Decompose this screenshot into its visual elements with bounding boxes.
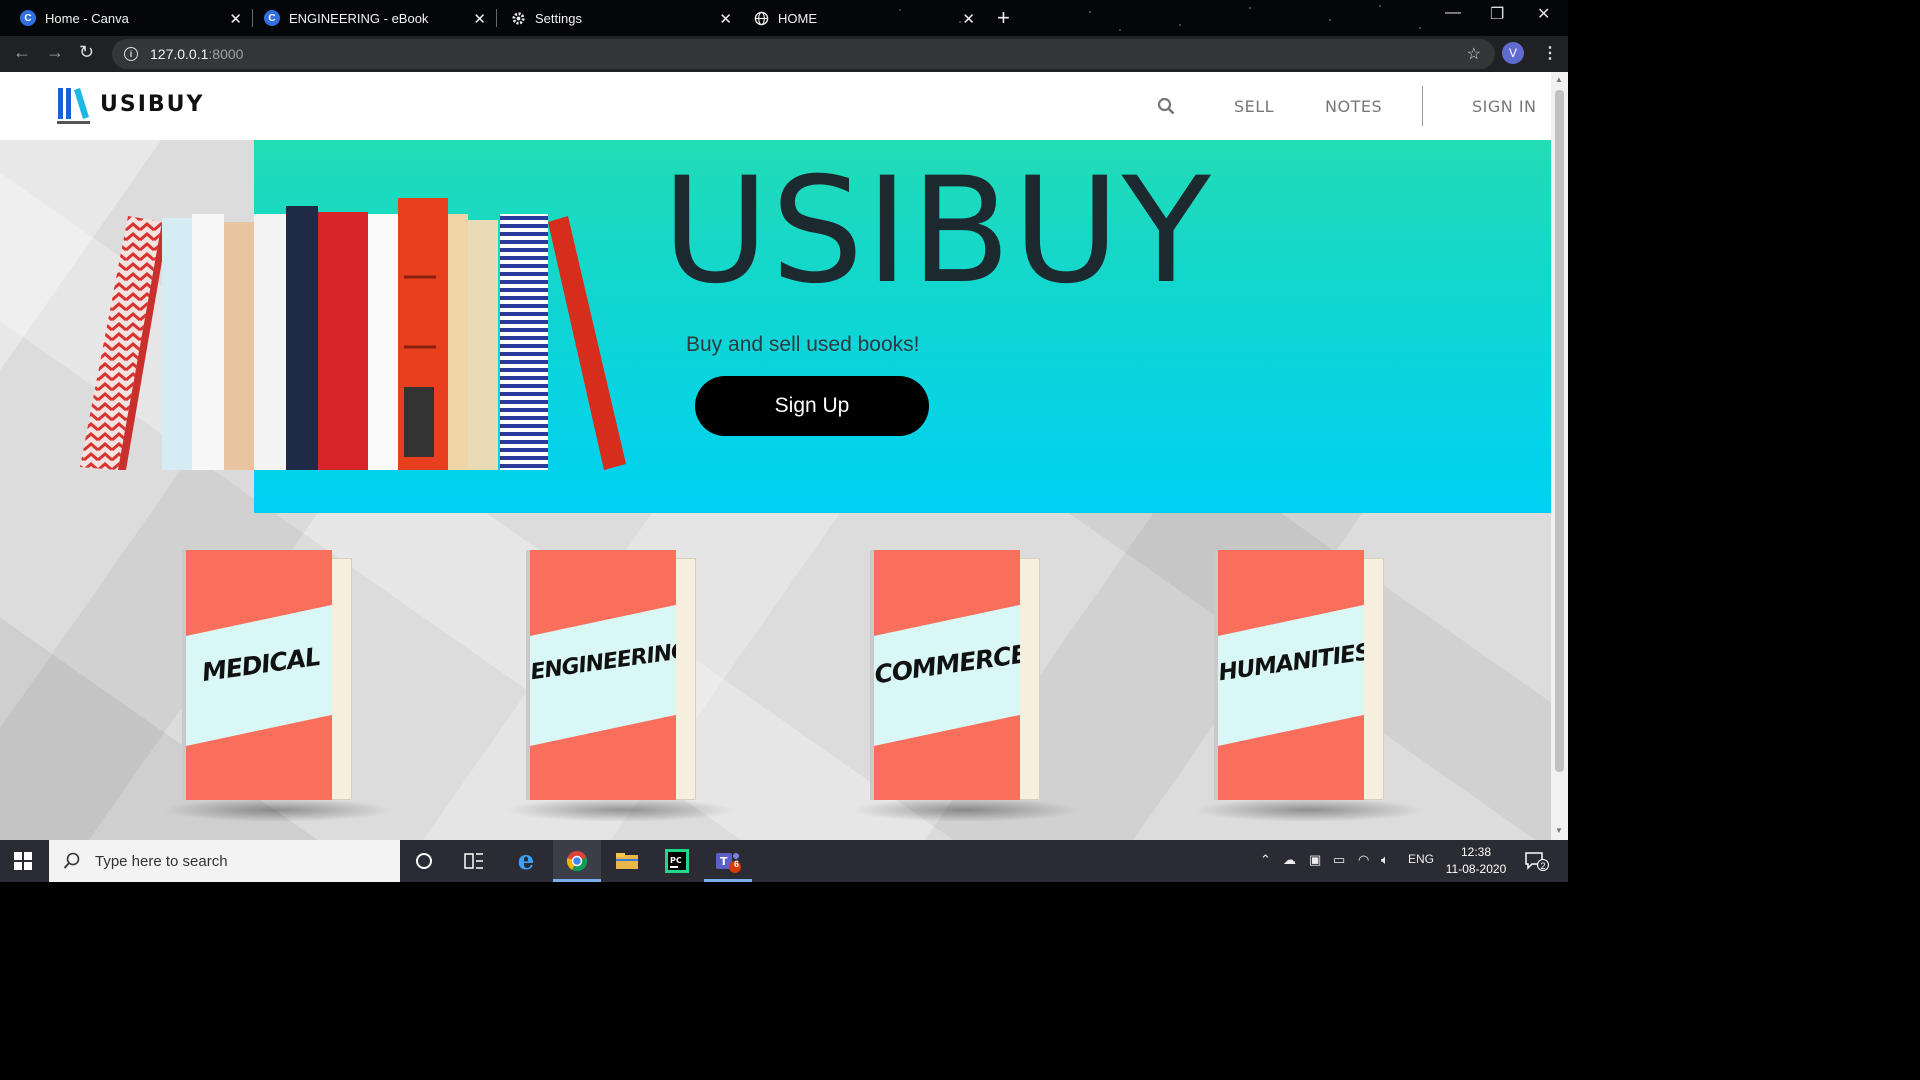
file-explorer-icon[interactable] xyxy=(603,840,651,882)
notifications-icon[interactable]: 2 xyxy=(1524,850,1549,875)
address-bar[interactable]: i 127.0.0.1 :8000 ☆ xyxy=(112,39,1495,69)
category-medical[interactable]: MEDICAL xyxy=(162,550,392,822)
tab-home-canva[interactable]: C Home - Canva ✕ xyxy=(0,0,252,36)
security-icon[interactable]: ▣ xyxy=(1309,852,1321,868)
nav-sign-in-link[interactable]: SIGN IN xyxy=(1472,97,1537,116)
tab-title: Settings xyxy=(535,10,582,26)
category-humanities[interactable]: HUMANITIES xyxy=(1194,550,1424,822)
gear-icon xyxy=(510,10,526,26)
svg-text:PC: PC xyxy=(670,856,682,865)
search-icon[interactable] xyxy=(1157,97,1175,115)
wifi-icon[interactable]: ◠ xyxy=(1358,852,1369,868)
category-engineering[interactable]: ENGINEERING xyxy=(506,550,736,822)
back-arrow-icon[interactable]: ← xyxy=(13,42,31,63)
page-viewport: USIBUY SELL NOTES SIGN IN USIBUY Buy and… xyxy=(0,72,1551,840)
page-scrollbar[interactable]: ▲ ▼ xyxy=(1551,72,1568,840)
close-icon[interactable]: ✕ xyxy=(229,10,242,28)
canva-icon: C xyxy=(264,10,280,26)
scrollbar-thumb[interactable] xyxy=(1555,90,1564,772)
teams-badge: 6 xyxy=(734,859,740,869)
book-cover: COMMERCE xyxy=(870,550,1020,800)
onedrive-icon[interactable]: ☁ xyxy=(1283,852,1296,868)
notification-count-badge: 2 xyxy=(1537,859,1549,871)
battery-icon[interactable]: ▭ xyxy=(1333,852,1345,868)
tab-home-active[interactable]: HOME ✕ xyxy=(733,0,985,36)
book-cover: ENGINEERING xyxy=(526,550,676,800)
book-shadow xyxy=(162,798,392,822)
tab-title: Home - Canva xyxy=(45,10,129,26)
scroll-down-arrow-icon[interactable]: ▼ xyxy=(1555,826,1563,835)
tab-engineering-ebook[interactable]: C ENGINEERING - eBook ✕ xyxy=(244,0,496,36)
nav-divider xyxy=(1422,86,1423,126)
close-icon[interactable]: ✕ xyxy=(473,10,486,28)
url-host: 127.0.0.1 xyxy=(150,46,209,62)
chrome-icon[interactable] xyxy=(553,840,601,882)
brand-name[interactable]: USIBUY xyxy=(100,92,204,117)
book-cover: MEDICAL xyxy=(182,550,332,800)
tray-chevron-up-icon[interactable]: ⌃ xyxy=(1260,852,1271,868)
menu-kebab-icon[interactable]: ⋮ xyxy=(1542,43,1558,63)
tab-title: ENGINEERING - eBook xyxy=(289,10,429,26)
scroll-up-arrow-icon[interactable]: ▲ xyxy=(1555,75,1563,84)
hero-subtitle: Buy and sell used books! xyxy=(686,333,920,356)
site-navbar: USIBUY SELL NOTES SIGN IN xyxy=(0,72,1551,140)
windows-taskbar: Type here to search e PC T 6 ⌃ ☁ ▣ ▭ ◠ 🔈… xyxy=(0,840,1568,882)
close-icon[interactable]: ✕ xyxy=(962,10,975,28)
browser-toolbar: ← → ↻ i 127.0.0.1 :8000 ☆ V ⋮ xyxy=(0,36,1568,72)
taskbar-search-placeholder: Type here to search xyxy=(95,852,228,870)
teams-icon[interactable]: T 6 xyxy=(704,840,752,882)
sign-up-button[interactable]: Sign Up xyxy=(695,376,929,436)
clock-time: 12:38 xyxy=(1460,845,1492,859)
window-close-icon[interactable]: ✕ xyxy=(1537,4,1550,24)
profile-avatar[interactable]: V xyxy=(1502,42,1524,64)
site-info-icon[interactable]: i xyxy=(124,47,138,61)
taskbar-clock[interactable]: 12:38 11-08-2020 xyxy=(1440,844,1512,878)
language-indicator[interactable]: ENG xyxy=(1408,852,1434,866)
nav-sell-link[interactable]: SELL xyxy=(1234,97,1274,116)
volume-icon[interactable]: 🔈︎ xyxy=(1381,852,1389,868)
canva-icon: C xyxy=(20,10,36,26)
book-shadow xyxy=(506,798,736,822)
clock-date: 11-08-2020 xyxy=(1445,862,1507,876)
usibuy-logo-icon[interactable] xyxy=(57,86,91,126)
browser-tab-strip: C Home - Canva ✕ C ENGINEERING - eBook ✕… xyxy=(0,0,1568,36)
tab-settings[interactable]: Settings ✕ xyxy=(490,0,742,36)
category-commerce[interactable]: COMMERCE xyxy=(850,550,1080,822)
globe-icon xyxy=(753,10,769,26)
reload-icon[interactable]: ↻ xyxy=(79,42,94,63)
url-port: :8000 xyxy=(208,46,244,62)
bookmark-star-icon[interactable]: ☆ xyxy=(1467,44,1481,64)
pycharm-icon[interactable]: PC xyxy=(653,840,701,882)
book-shadow xyxy=(1194,798,1424,822)
svg-text:T: T xyxy=(720,855,728,868)
book-shadow xyxy=(850,798,1080,822)
restore-icon[interactable]: ❐ xyxy=(1490,4,1504,24)
hero-title: USIBUY xyxy=(662,146,1213,316)
task-view-icon[interactable] xyxy=(450,840,498,882)
new-tab-plus-icon[interactable]: + xyxy=(997,5,1010,31)
nav-notes-link[interactable]: NOTES xyxy=(1325,97,1382,116)
close-icon[interactable]: ✕ xyxy=(719,10,732,28)
windows-start-icon[interactable] xyxy=(14,852,32,870)
book-cover: HUMANITIES xyxy=(1214,550,1364,800)
edge-icon[interactable]: e xyxy=(502,840,550,882)
search-icon xyxy=(63,852,80,869)
forward-arrow-icon[interactable]: → xyxy=(46,42,64,63)
minimize-icon[interactable]: — xyxy=(1445,4,1461,22)
taskbar-search-box[interactable]: Type here to search xyxy=(49,840,400,882)
bookshelf-illustration xyxy=(80,198,626,470)
cortana-icon[interactable] xyxy=(400,840,448,882)
tab-title: HOME xyxy=(778,10,817,26)
